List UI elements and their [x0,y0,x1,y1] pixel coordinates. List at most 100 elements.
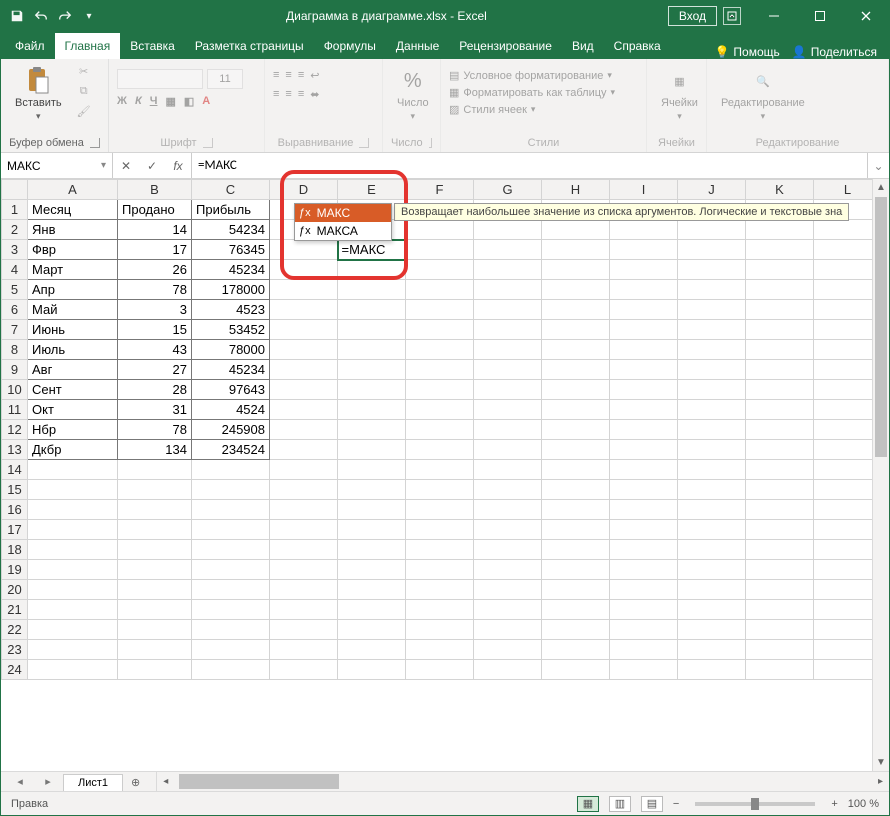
cell[interactable] [118,500,192,520]
cell[interactable] [118,580,192,600]
cell[interactable] [270,260,338,280]
cell[interactable] [542,320,610,340]
ac-item-maks[interactable]: ƒxМАКС [295,204,391,222]
cell[interactable] [678,580,746,600]
cell[interactable] [474,640,542,660]
cell[interactable]: Прибыль [192,200,270,220]
cell[interactable] [610,220,678,240]
cell[interactable] [678,660,746,680]
cell[interactable] [678,220,746,240]
cell[interactable]: 28 [118,380,192,400]
cell[interactable] [118,660,192,680]
cell[interactable] [678,420,746,440]
cell[interactable] [28,460,118,480]
cell[interactable] [270,600,338,620]
name-box[interactable]: МАКС ▾ [1,153,113,178]
cell[interactable] [118,480,192,500]
cell[interactable] [338,320,406,340]
cell[interactable] [192,600,270,620]
tell-me[interactable]: 💡Помощь [714,45,779,59]
cell[interactable] [610,580,678,600]
row-header-14[interactable]: 14 [2,460,28,480]
cell[interactable] [678,560,746,580]
cell-styles-button[interactable]: ▨Стили ячеек▾ [449,103,535,116]
cell[interactable] [746,500,814,520]
cell[interactable] [270,340,338,360]
cell[interactable] [270,320,338,340]
cell[interactable] [474,320,542,340]
tab-data[interactable]: Данные [386,33,449,59]
cell[interactable] [118,560,192,580]
cell[interactable] [610,460,678,480]
cell[interactable] [338,440,406,460]
cell[interactable] [338,360,406,380]
cell[interactable]: 4523 [192,300,270,320]
enter-formula-button[interactable]: ✓ [139,159,165,173]
cell[interactable] [192,540,270,560]
cell[interactable]: 45234 [192,260,270,280]
border-button[interactable]: ▦ [165,95,175,108]
cell[interactable]: Фвр [28,240,118,260]
page-layout-view-button[interactable]: ▥ [609,796,631,812]
cell[interactable] [118,460,192,480]
cell[interactable] [406,460,474,480]
cell[interactable] [192,560,270,580]
cell[interactable] [542,660,610,680]
cell[interactable] [610,660,678,680]
wrap-text-icon[interactable]: ↩ [310,69,319,82]
cell[interactable] [406,320,474,340]
cell[interactable] [542,420,610,440]
cell[interactable] [406,280,474,300]
merge-icon[interactable]: ⬌ [310,88,319,101]
cell[interactable] [610,480,678,500]
cell[interactable] [474,500,542,520]
format-painter-icon[interactable]: 🖌 [74,103,94,119]
cell[interactable] [542,600,610,620]
cell[interactable]: 4524 [192,400,270,420]
zoom-out-button[interactable]: − [673,798,679,810]
cell[interactable] [270,560,338,580]
ac-item-maksa[interactable]: ƒxМАКСА [295,222,391,240]
row-header-6[interactable]: 6 [2,300,28,320]
row-header-22[interactable]: 22 [2,620,28,640]
tab-formulas[interactable]: Формулы [314,33,386,59]
cell[interactable] [678,520,746,540]
col-I[interactable]: I [610,180,678,200]
minimize-button[interactable] [751,1,797,31]
cell[interactable] [610,420,678,440]
cell[interactable] [678,380,746,400]
zoom-in-button[interactable]: + [831,798,837,810]
cell[interactable]: 97643 [192,380,270,400]
cell[interactable] [678,440,746,460]
select-all-corner[interactable] [2,180,28,200]
cell[interactable] [746,620,814,640]
tab-view[interactable]: Вид [562,33,604,59]
cell[interactable] [28,580,118,600]
col-D[interactable]: D [270,180,338,200]
cell[interactable] [406,420,474,440]
cell[interactable]: 178000 [192,280,270,300]
align-middle-icon[interactable]: ≡ [285,69,291,82]
cell[interactable]: 245908 [192,420,270,440]
new-sheet-button[interactable]: ⊕ [125,774,146,791]
cell[interactable] [338,500,406,520]
cell[interactable] [406,500,474,520]
col-K[interactable]: K [746,180,814,200]
cell[interactable] [118,620,192,640]
row-header-11[interactable]: 11 [2,400,28,420]
cell[interactable] [270,380,338,400]
cell[interactable] [746,240,814,260]
font-size[interactable]: 11 [207,69,243,89]
cell[interactable] [746,320,814,340]
cell[interactable] [338,460,406,480]
cell[interactable] [610,500,678,520]
align-bottom-icon[interactable]: ≡ [298,69,304,82]
cell[interactable]: Авг [28,360,118,380]
cell[interactable] [746,440,814,460]
cell[interactable] [610,300,678,320]
cell[interactable] [270,520,338,540]
row-header-21[interactable]: 21 [2,600,28,620]
cell[interactable]: Апр [28,280,118,300]
row-header-13[interactable]: 13 [2,440,28,460]
cell[interactable] [542,540,610,560]
